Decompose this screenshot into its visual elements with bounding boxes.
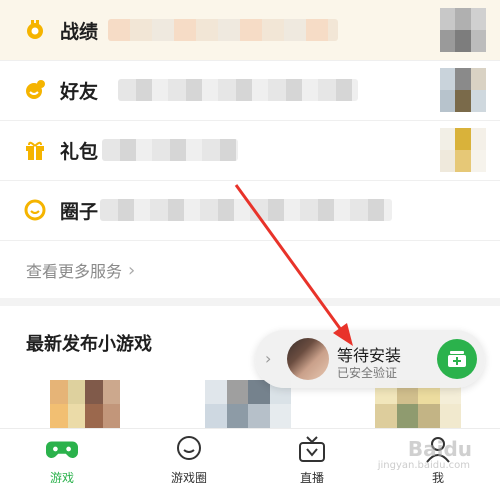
live-tv-icon: [296, 435, 328, 463]
preview-thumbnail: [440, 68, 486, 112]
tab-games[interactable]: 游戏: [12, 429, 112, 483]
toast-title: 等待安装: [337, 346, 402, 365]
watermark-logo: Baidu: [407, 437, 472, 461]
chevron-right-icon: ›: [128, 259, 136, 281]
install-button[interactable]: [437, 339, 477, 379]
blurred-preview-text: [108, 19, 338, 41]
tab-label: 游戏: [49, 471, 74, 483]
menu-row-record[interactable]: 战绩: [0, 0, 500, 60]
blurred-preview-text: [102, 139, 238, 161]
tab-game-circle[interactable]: 游戏圈: [139, 429, 239, 483]
more-services-link[interactable]: 查看更多服务 ›: [26, 258, 135, 282]
blurred-preview-text: [118, 79, 358, 101]
watermark-url: jingyan.baidu.com: [377, 460, 470, 471]
section-title: 最新发布小游戏: [26, 334, 152, 355]
circle-smile-icon: [24, 199, 46, 221]
chat-bubble-icon: [173, 435, 205, 463]
menu-row-label: 圈子: [60, 200, 99, 223]
more-services-label: 查看更多服务: [26, 262, 123, 281]
game-avatar: [287, 338, 329, 380]
install-status-toast[interactable]: › 等待安装 已安全验证: [255, 330, 485, 388]
friends-icon: [24, 79, 46, 101]
gift-icon: [24, 139, 46, 161]
menu-row-label: 礼包: [60, 140, 99, 163]
preview-thumbnail: [440, 8, 486, 52]
chevron-left-icon[interactable]: ›: [265, 349, 271, 368]
tab-live[interactable]: 直播: [262, 429, 362, 483]
game-thumbnail[interactable]: [50, 380, 120, 428]
divider: [0, 240, 500, 241]
menu-row-label: 战绩: [60, 20, 99, 43]
gamepad-icon: [46, 435, 78, 463]
menu-row-label: 好友: [60, 80, 99, 103]
tab-label: 直播: [299, 471, 324, 483]
menu-row-circle[interactable]: 圈子: [0, 180, 500, 240]
toast-subtitle: 已安全验证: [337, 366, 398, 380]
preview-thumbnail: [440, 128, 486, 172]
tab-label: 我: [431, 471, 444, 483]
section-separator: [0, 298, 500, 306]
trophy-icon: [24, 19, 46, 41]
install-icon: [448, 351, 466, 367]
tab-label: 游戏圈: [170, 471, 207, 483]
menu-row-gift[interactable]: 礼包: [0, 120, 500, 180]
blurred-preview-text: [100, 199, 392, 221]
menu-row-friends[interactable]: 好友: [0, 60, 500, 120]
